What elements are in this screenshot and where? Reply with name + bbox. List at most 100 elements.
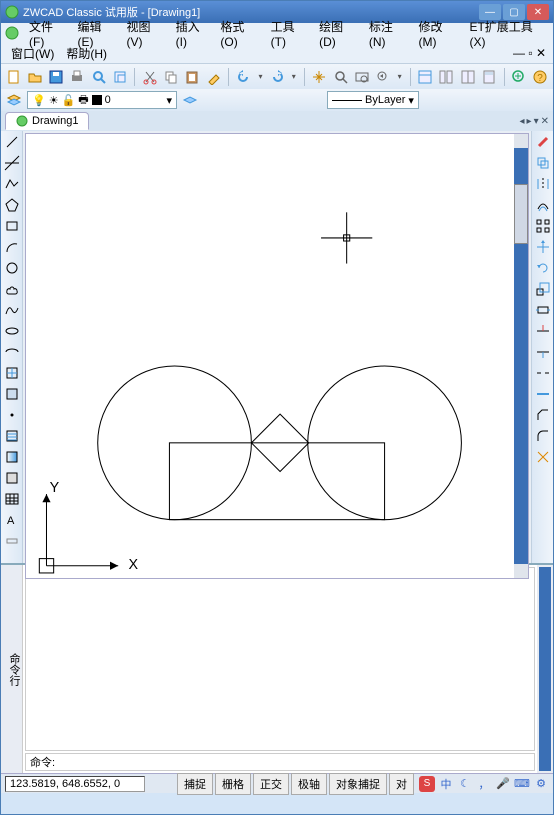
offset-icon[interactable] — [534, 196, 552, 214]
explode-icon[interactable] — [534, 448, 552, 466]
doc-tab[interactable]: Drawing1 — [5, 112, 89, 130]
osnap-toggle[interactable]: 对象捕捉 — [329, 773, 387, 795]
print-icon[interactable] — [69, 68, 86, 86]
save-icon[interactable] — [47, 68, 64, 86]
command-line[interactable]: 命令: — [25, 753, 535, 771]
stretch-icon[interactable] — [534, 301, 552, 319]
open-icon[interactable] — [26, 68, 43, 86]
snap-toggle[interactable]: 捕捉 — [177, 773, 213, 795]
chevron-down-icon[interactable]: ▾ — [408, 94, 414, 107]
tab-menu-icon[interactable]: ▾ — [534, 116, 539, 127]
gear-icon[interactable]: ⚙ — [533, 776, 549, 792]
revcloud-icon[interactable] — [3, 280, 21, 298]
zoom-window-icon[interactable] — [353, 68, 370, 86]
copy-icon[interactable] — [163, 68, 180, 86]
zoom-in-icon[interactable] — [511, 68, 528, 86]
region-icon[interactable] — [3, 469, 21, 487]
tab-next-icon[interactable]: ▸ — [527, 116, 532, 127]
tab-close-icon[interactable]: ✕ — [541, 116, 549, 127]
menu-window[interactable]: 窗口(W) — [5, 43, 60, 64]
mtext-icon[interactable]: A — [3, 511, 21, 529]
zoom-dropdown[interactable]: ▾ — [396, 72, 404, 81]
preview-icon[interactable] — [90, 68, 107, 86]
drawing-canvas[interactable]: X Y — [25, 133, 529, 579]
menu-tools[interactable]: 工具(T) — [265, 16, 313, 51]
ime-icon[interactable]: S — [419, 776, 435, 792]
hatch-icon[interactable] — [3, 427, 21, 445]
menu-format[interactable]: 格式(O) — [214, 16, 264, 51]
command-history[interactable] — [25, 567, 535, 751]
tab-prev-icon[interactable]: ◂ — [520, 116, 525, 127]
publish-icon[interactable] — [111, 68, 128, 86]
polygon-icon[interactable] — [3, 196, 21, 214]
keyboard-icon[interactable]: ⌨ — [514, 776, 530, 792]
layer-prev-icon[interactable] — [181, 91, 199, 109]
table-icon[interactable] — [3, 490, 21, 508]
menu-dim[interactable]: 标注(N) — [363, 16, 413, 51]
join-icon[interactable] — [534, 385, 552, 403]
zoom-realtime-icon[interactable] — [332, 68, 349, 86]
new-icon[interactable] — [5, 68, 22, 86]
command-vscroll[interactable] — [539, 567, 551, 771]
ime-lang[interactable]: 中 — [438, 776, 454, 792]
properties-icon[interactable] — [417, 68, 434, 86]
doc-min-icon[interactable]: — — [513, 46, 525, 60]
fillet-icon[interactable] — [534, 427, 552, 445]
menu-help[interactable]: 帮助(H) — [60, 43, 113, 64]
punct-icon[interactable]: ， — [476, 776, 492, 792]
layer-combo[interactable]: 💡 ☀ 🔓 🖶 0 ▾ — [27, 91, 177, 109]
pan-icon[interactable] — [311, 68, 328, 86]
chamfer-icon[interactable] — [534, 406, 552, 424]
help-icon[interactable]: ? — [532, 68, 549, 86]
make-block-icon[interactable] — [3, 385, 21, 403]
moon-icon[interactable]: ☾ — [457, 776, 473, 792]
tool-palettes-icon[interactable] — [459, 68, 476, 86]
menu-modify[interactable]: 修改(M) — [413, 16, 464, 51]
trim-icon[interactable] — [534, 322, 552, 340]
ellipse-arc-icon[interactable] — [3, 343, 21, 361]
rotate-icon[interactable] — [534, 259, 552, 277]
break-icon[interactable] — [534, 364, 552, 382]
canvas-vscroll[interactable] — [514, 134, 528, 578]
match-icon[interactable] — [205, 68, 222, 86]
erase-icon[interactable] — [534, 133, 552, 151]
xline-icon[interactable] — [3, 154, 21, 172]
copy-obj-icon[interactable] — [534, 154, 552, 172]
insert-block-icon[interactable] — [3, 364, 21, 382]
vscroll-thumb[interactable] — [514, 184, 528, 244]
coords-display[interactable]: 123.5819, 648.6552, 0 — [5, 776, 145, 792]
scale-icon[interactable] — [534, 280, 552, 298]
menu-draw[interactable]: 绘图(D) — [313, 16, 363, 51]
polar-toggle[interactable]: 极轴 — [291, 773, 327, 795]
redo-dropdown[interactable]: ▾ — [290, 72, 298, 81]
polyline-icon[interactable] — [3, 175, 21, 193]
undo-dropdown[interactable]: ▾ — [256, 72, 264, 81]
extend-icon[interactable] — [534, 343, 552, 361]
chevron-down-icon[interactable]: ▾ — [166, 94, 172, 107]
menu-insert[interactable]: 插入(I) — [170, 16, 215, 51]
array-icon[interactable] — [534, 217, 552, 235]
grid-toggle[interactable]: 栅格 — [215, 773, 251, 795]
mirror-icon[interactable] — [534, 175, 552, 193]
doc-max-icon[interactable]: ▫ — [528, 46, 532, 60]
menu-view[interactable]: 视图(V) — [121, 16, 170, 51]
zoom-prev-icon[interactable] — [374, 68, 391, 86]
move-icon[interactable] — [534, 238, 552, 256]
spline-icon[interactable] — [3, 301, 21, 319]
mic-icon[interactable]: 🎤 — [495, 776, 511, 792]
extra-icon[interactable] — [3, 532, 21, 550]
undo-icon[interactable] — [235, 68, 252, 86]
calc-icon[interactable] — [480, 68, 497, 86]
redo-icon[interactable] — [269, 68, 286, 86]
circle-icon[interactable] — [3, 259, 21, 277]
paste-icon[interactable] — [184, 68, 201, 86]
design-center-icon[interactable] — [438, 68, 455, 86]
linetype-combo[interactable]: ByLayer ▾ — [327, 91, 419, 109]
layer-props-icon[interactable] — [5, 91, 23, 109]
ellipse-icon[interactable] — [3, 322, 21, 340]
point-icon[interactable] — [3, 406, 21, 424]
arc-icon[interactable] — [3, 238, 21, 256]
doc-close-icon[interactable]: ✕ — [536, 46, 546, 60]
gradient-icon[interactable] — [3, 448, 21, 466]
cut-icon[interactable] — [141, 68, 158, 86]
